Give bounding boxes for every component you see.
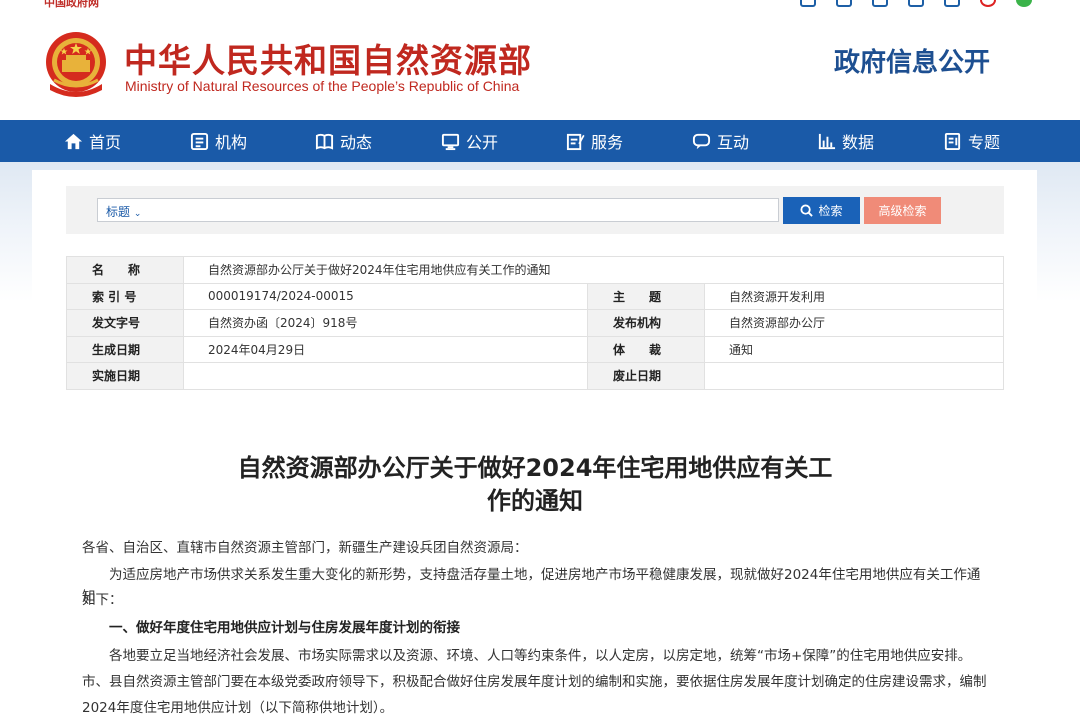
gov-portal-link[interactable]: 中国政府网 xyxy=(44,0,99,10)
nav-label: 互动 xyxy=(717,133,750,152)
table-row: 实施日期 废止日期 xyxy=(66,362,1004,390)
nav-item-public[interactable]: 公开 xyxy=(441,120,498,162)
table-row: 发文字号 自然资办函〔2024〕918号 发布机构 自然资源部办公厅 xyxy=(66,309,1004,337)
nav-item-interact[interactable]: 互动 xyxy=(692,120,749,162)
national-emblem-icon[interactable] xyxy=(44,30,108,98)
refresh-icon[interactable] xyxy=(872,0,888,7)
message-icon[interactable] xyxy=(836,0,852,7)
article-title: 自然资源部办公厅关于做好2024年住宅用地供应有关工 作的通知 xyxy=(180,452,890,518)
nav-label: 专题 xyxy=(968,133,1001,152)
meta-value xyxy=(183,362,588,390)
content-card xyxy=(32,170,1037,723)
nav-label: 动态 xyxy=(340,133,373,152)
meta-value: 自然资办函〔2024〕918号 xyxy=(183,309,588,337)
article-salutation: 各省、自治区、直辖市自然资源主管部门，新疆生产建设兵团自然资源局： xyxy=(82,540,528,556)
article-paragraph: 2024年度住宅用地供应计划（以下简称供地计划）。 xyxy=(82,700,394,716)
book-icon xyxy=(315,133,334,150)
site-subtitle: Ministry of Natural Resources of the Peo… xyxy=(125,78,520,94)
mail-icon[interactable] xyxy=(800,0,816,7)
meta-value: 自然资源开发利用 xyxy=(704,282,1004,310)
table-row: 名 称 自然资源部办公厅关于做好2024年住宅用地供应有关工作的通知 xyxy=(66,256,1004,284)
monitor-icon xyxy=(441,133,460,150)
search-scope-select[interactable]: 标题 ⌄ xyxy=(106,203,141,220)
meta-label: 主 题 xyxy=(587,282,705,310)
search-scope-label: 标题 xyxy=(106,205,131,219)
search-button[interactable]: 检索 xyxy=(783,197,860,224)
search-button-label: 检索 xyxy=(818,204,843,218)
chevron-down-icon: ⌄ xyxy=(133,209,142,219)
meta-label: 发布机构 xyxy=(587,309,705,337)
chart-icon xyxy=(818,133,836,149)
meta-value: 通知 xyxy=(704,335,1004,363)
meta-label: 体 裁 xyxy=(587,335,705,363)
search-icon xyxy=(800,204,814,217)
meta-label: 发文字号 xyxy=(66,309,184,337)
meta-label: 废止日期 xyxy=(587,362,705,390)
table-row: 生成日期 2024年04月29日 体 裁 通知 xyxy=(66,335,1004,363)
site-title[interactable]: 中华人民共和国自然资源部 xyxy=(124,34,532,82)
org-icon xyxy=(190,132,209,150)
nav-item-data[interactable]: 数据 xyxy=(817,120,874,162)
article-paragraph: 市、县自然资源主管部门要在本级党委政府领导下，积极配合做好住房发展年度计划的编制… xyxy=(82,674,987,690)
nav-label: 服务 xyxy=(591,133,624,152)
utility-icons xyxy=(800,0,1032,7)
edit-icon xyxy=(566,133,585,150)
meta-value: 000019174/2024-00015 xyxy=(183,282,588,310)
article-title-line: 自然资源部办公厅关于做好2024年住宅用地供应有关工 xyxy=(237,454,833,482)
meta-label: 名 称 xyxy=(66,256,184,284)
advanced-search-button[interactable]: 高级检索 xyxy=(864,197,941,224)
site-header: 中华人民共和国自然资源部 Ministry of Natural Resourc… xyxy=(0,10,1080,120)
wechat-icon[interactable] xyxy=(1016,0,1032,7)
meta-label: 索 引 号 xyxy=(66,282,184,310)
document-metadata-table: 名 称 自然资源部办公厅关于做好2024年住宅用地供应有关工作的通知 索 引 号… xyxy=(66,256,1004,390)
nav-label: 机构 xyxy=(215,133,248,152)
mobile-icon[interactable] xyxy=(944,0,960,7)
home-icon xyxy=(64,133,83,149)
meta-value: 自然资源部办公厅关于做好2024年住宅用地供应有关工作的通知 xyxy=(183,256,1004,284)
section-title[interactable]: 政府信息公开 xyxy=(834,42,990,79)
meta-label: 实施日期 xyxy=(66,362,184,390)
article-paragraph: 如下： xyxy=(82,592,123,608)
search-input[interactable] xyxy=(97,198,779,222)
nav-item-news[interactable]: 动态 xyxy=(315,120,372,162)
nav-item-home[interactable]: 首页 xyxy=(64,120,121,162)
nav-item-org[interactable]: 机构 xyxy=(190,120,247,162)
article-title-line: 作的通知 xyxy=(487,487,583,515)
main-navigation: 首页 机构 动态 公开 服务 互动 数据 专题 xyxy=(0,120,1080,162)
chat-icon xyxy=(692,133,711,149)
weibo-icon[interactable] xyxy=(980,0,996,7)
article-paragraph: 各地要立足当地经济社会发展、市场实际需求以及资源、环境、人口等约束条件，以人定房… xyxy=(109,648,972,664)
nav-label: 数据 xyxy=(842,133,875,152)
article-heading: 一、做好年度住宅用地供应计划与住房发展年度计划的衔接 xyxy=(109,620,460,636)
meta-label: 生成日期 xyxy=(66,335,184,363)
meta-value xyxy=(704,362,1004,390)
file-icon xyxy=(944,132,961,150)
nav-item-topic[interactable]: 专题 xyxy=(943,120,1000,162)
nav-item-service[interactable]: 服务 xyxy=(566,120,623,162)
top-utility-bar: 中国政府网 xyxy=(0,0,1080,10)
meta-value: 2024年04月29日 xyxy=(183,335,588,363)
accessibility-icon[interactable] xyxy=(908,0,924,7)
table-row: 索 引 号 000019174/2024-00015 主 题 自然资源开发利用 xyxy=(66,282,1004,310)
nav-label: 首页 xyxy=(89,133,122,152)
meta-value: 自然资源部办公厅 xyxy=(704,309,1004,337)
nav-label: 公开 xyxy=(466,133,499,152)
